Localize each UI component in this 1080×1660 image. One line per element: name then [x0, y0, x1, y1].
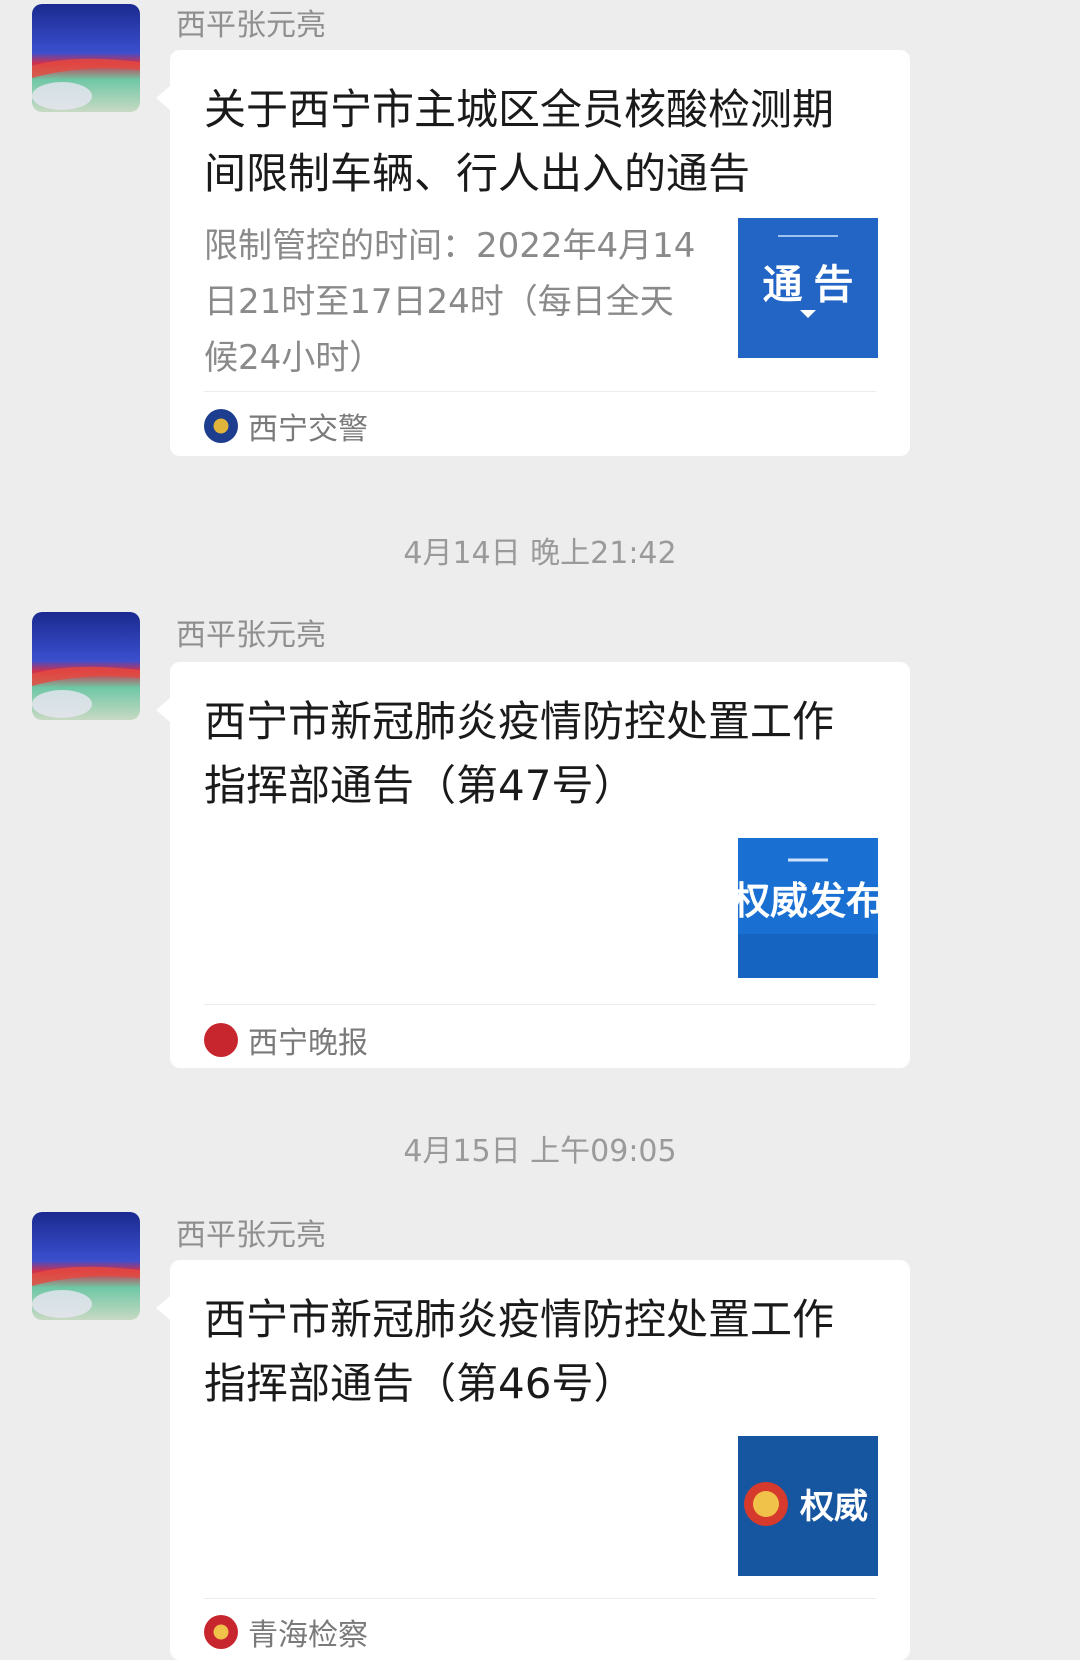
card-divider [204, 1598, 876, 1599]
avatar[interactable] [32, 1212, 140, 1320]
chat-message: 西平张元亮 西宁市新冠肺炎疫情防控处置工作指挥部通告（第46号） 权威 青海检察 [0, 0, 1080, 1660]
article-source[interactable]: 青海检察 [204, 1612, 368, 1653]
source-name: 青海检察 [248, 1618, 368, 1653]
article-title: 西宁市新冠肺炎疫情防控处置工作指挥部通告（第46号） [204, 1295, 835, 1408]
procuratorate-emblem-icon [204, 1615, 238, 1649]
article-thumbnail: 权威 [738, 1436, 878, 1576]
thumbnail-text: 权威 [799, 1488, 868, 1526]
sender-name: 西平张元亮 [176, 1218, 326, 1253]
article-card[interactable]: 西宁市新冠肺炎疫情防控处置工作指挥部通告（第46号） 权威 青海检察 [156, 1260, 910, 1660]
